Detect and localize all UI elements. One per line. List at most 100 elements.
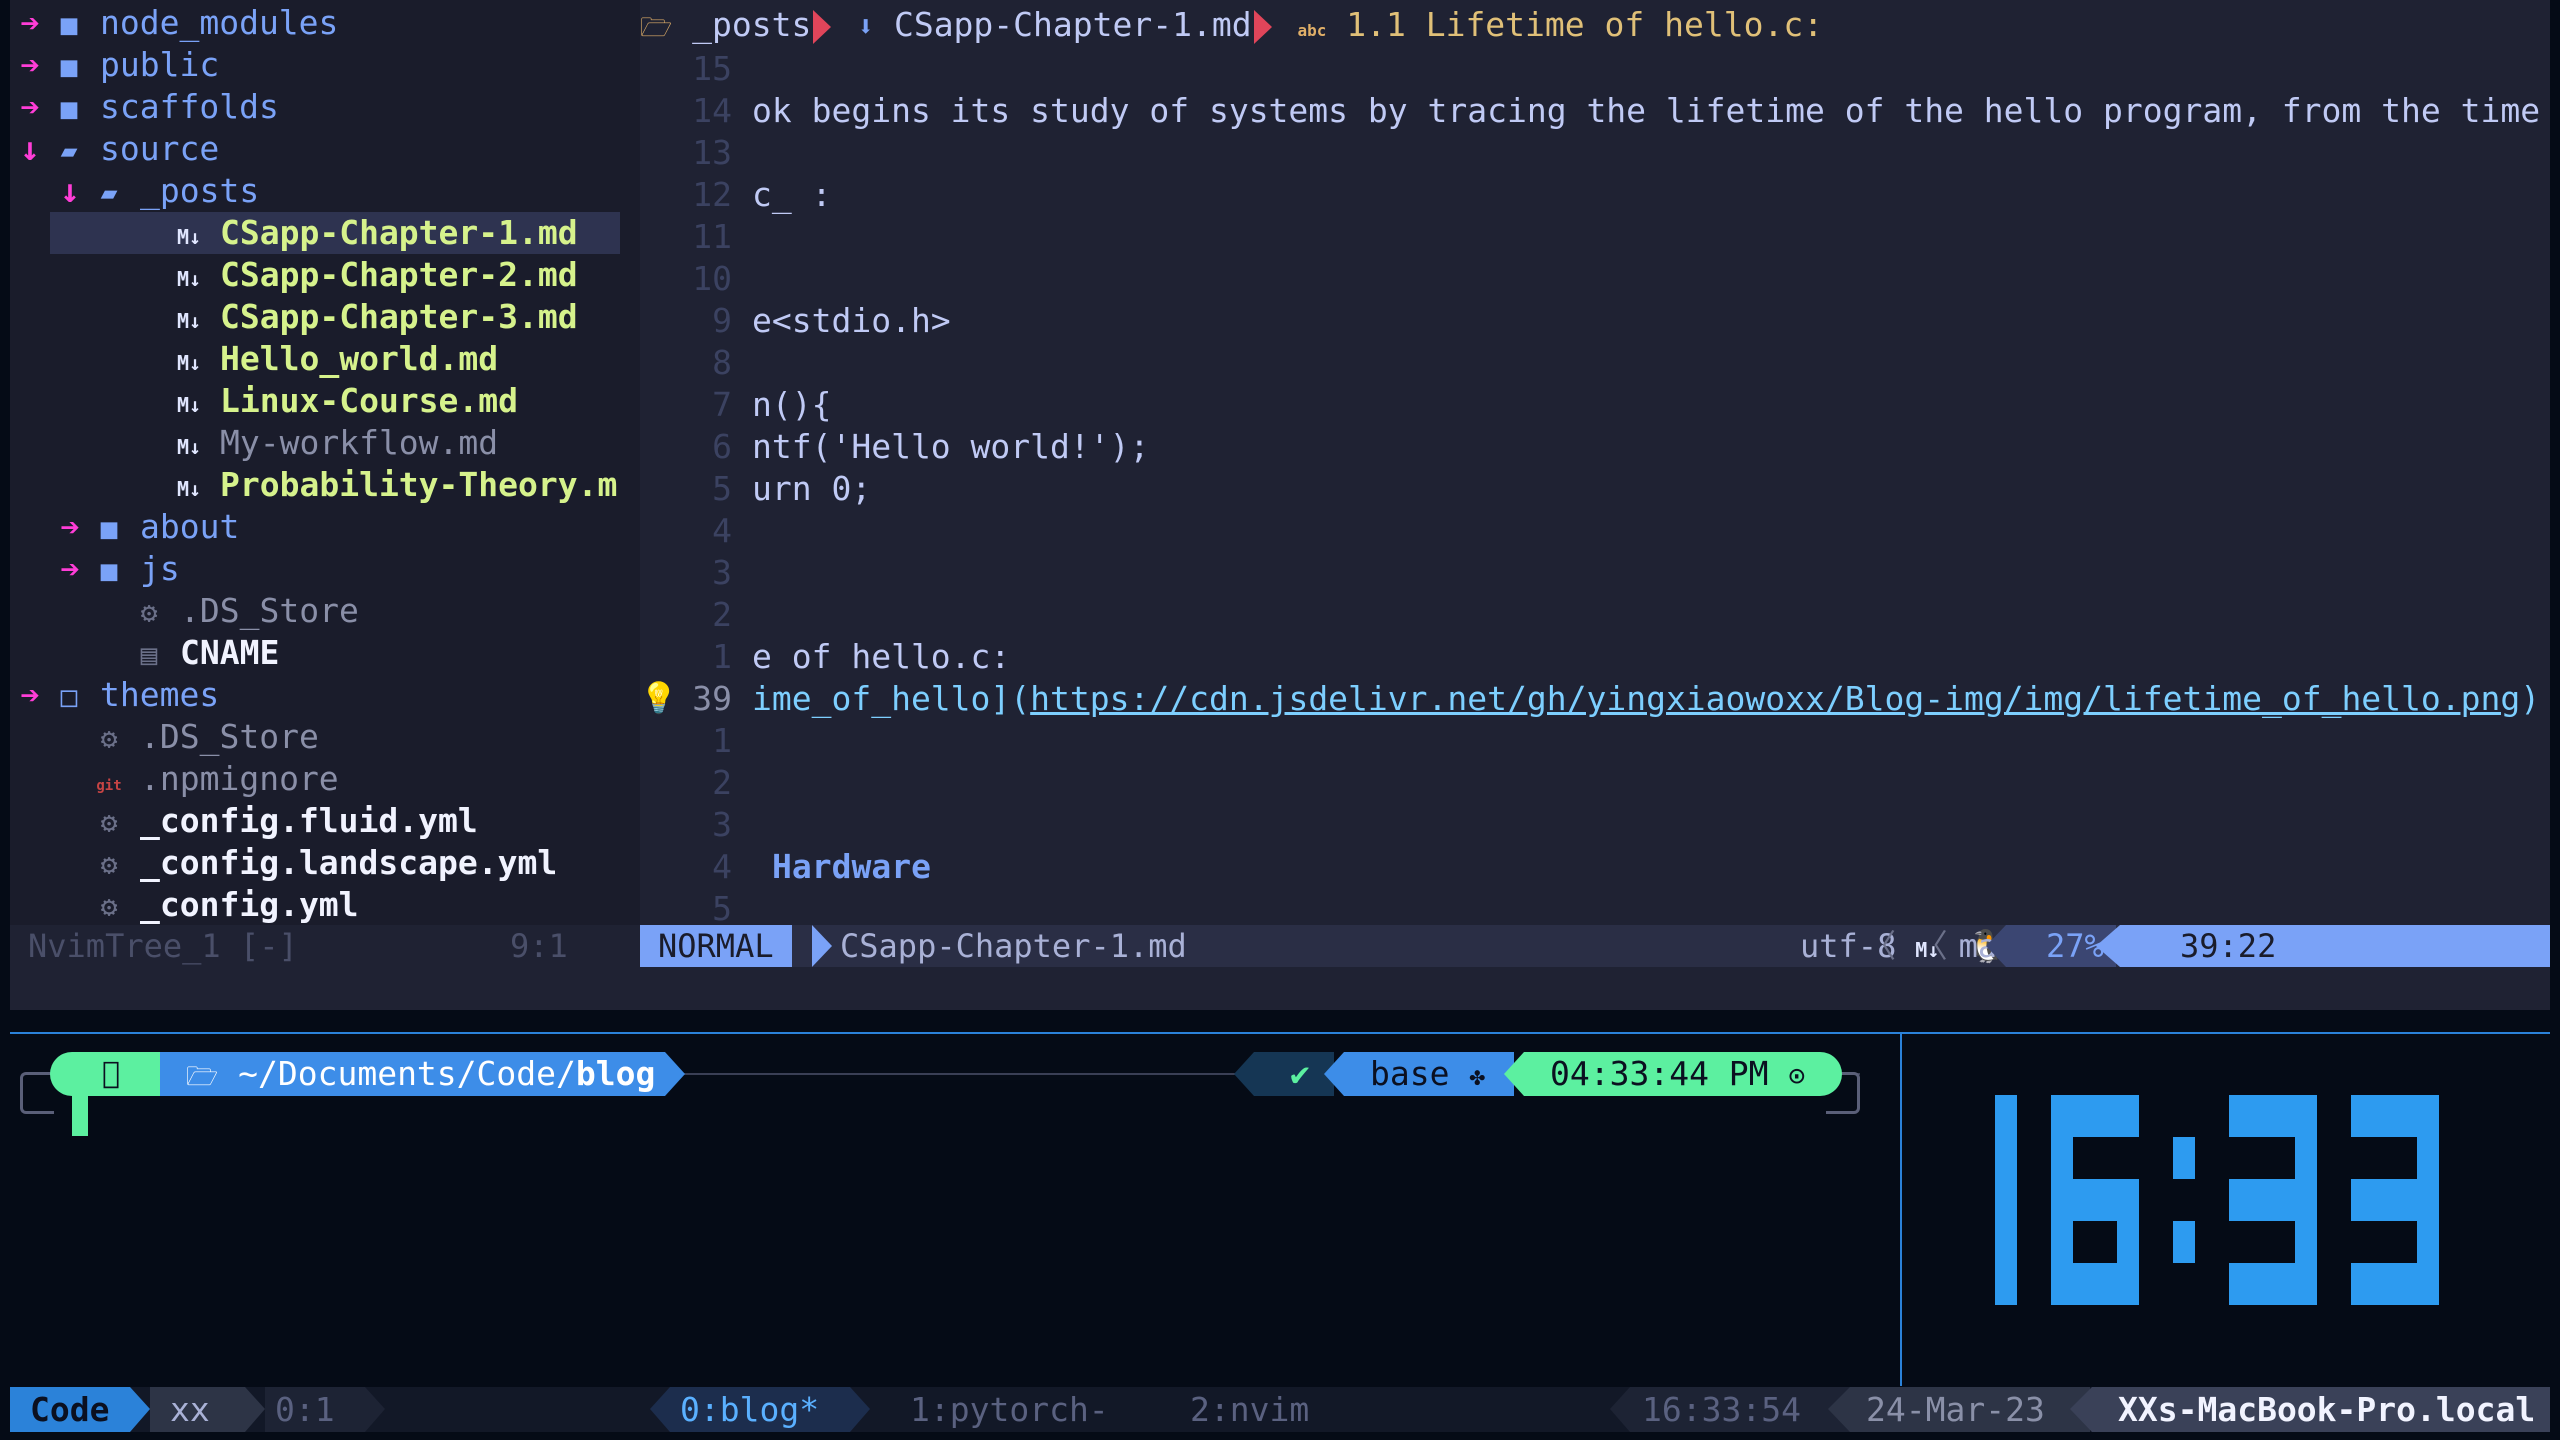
tree-item[interactable]: ➔ ■ js <box>10 548 630 590</box>
tmux-window-active[interactable]: 0:blog* <box>670 1387 850 1432</box>
arrow-right-icon[interactable]: ➔ <box>10 674 50 716</box>
tree-item[interactable]: ➔ □ themes <box>10 674 630 716</box>
clock-icon: ⊙ <box>1788 1059 1806 1092</box>
tree-item[interactable]: ↓ ▰ _posts <box>10 170 630 212</box>
tree-item-label: .DS_Store <box>140 717 319 756</box>
conda-env: base ✤ <box>1344 1052 1514 1096</box>
statusline-position: 39:22 <box>2120 925 2550 967</box>
clock-pixel <box>2417 1179 2439 1221</box>
folder-open-icon: ▰ <box>60 134 78 167</box>
clock-pixel <box>2351 1179 2373 1221</box>
pane-border-vertical[interactable] <box>1900 1034 1902 1386</box>
tree-item[interactable]: ⚙ _config.landscape.yml <box>10 842 630 884</box>
tree-item[interactable]: ▤ CNAME <box>10 632 630 674</box>
arrow-right-icon[interactable]: ➔ <box>10 44 50 86</box>
editor-line[interactable]: 11 <box>640 216 2550 258</box>
clock-pixel <box>2117 1263 2139 1305</box>
editor-pane[interactable]: 🗁 _posts ⬇ CSapp-Chapter-1.md abc 1.1 Li… <box>640 0 2550 925</box>
editor-line[interactable]: 4 Hardware <box>640 846 2550 888</box>
prompt-directory: 🗁 ~/Documents/Code/blog <box>160 1052 665 1096</box>
line-number: 13 <box>692 133 732 172</box>
winbar-heading[interactable]: 1.1 Lifetime of hello.c: <box>1346 5 1823 44</box>
markdown-icon: M↓ <box>176 225 202 249</box>
tree-item[interactable]: M↓ Probability-Theory.m <box>10 464 630 506</box>
arrow-right-icon[interactable]: ➔ <box>10 86 50 128</box>
tree-item[interactable]: ➔ ■ public <box>10 44 630 86</box>
line-number: 12 <box>692 175 732 214</box>
editor-line[interactable]: 2 <box>640 762 2550 804</box>
tree-statusline: NvimTree_1 [-] 9:1 <box>10 925 630 967</box>
editor-line[interactable]: 3 <box>640 804 2550 846</box>
tree-item[interactable]: ➔ ■ node_modules <box>10 2 630 44</box>
editor-line[interactable]: 5 <box>640 888 2550 925</box>
file-tree[interactable]: ➔ ■ node_modules ➔ ■ public ➔ ■ scaffolds ↓ ▰ sourc… <box>10 0 630 925</box>
clock-pixel <box>2417 1263 2439 1305</box>
editor-line[interactable]: 14 ok begins its study of systems by trac… <box>640 90 2550 132</box>
tree-cursor-position: 9:1 <box>510 927 568 965</box>
clock-pixel <box>2295 1137 2317 1179</box>
line-text: ime_of_hello](https://cdn.jsdelivr.net/g… <box>752 679 2541 718</box>
arrow-down-icon[interactable]: ↓ <box>50 170 90 212</box>
tree-item[interactable]: M↓ My-workflow.md <box>10 422 630 464</box>
editor-line[interactable]: 2 <box>640 594 2550 636</box>
tree-item-label: _config.landscape.yml <box>140 843 558 882</box>
tree-item-label: _posts <box>140 171 260 210</box>
clock-pixel <box>2417 1221 2439 1263</box>
editor-line[interactable]: 1 e of hello.c: <box>640 636 2550 678</box>
status-ok-icon: ✔ <box>1254 1052 1334 1096</box>
editor-line[interactable]: 7 n(){ <box>640 384 2550 426</box>
tree-item[interactable]: git .npmignore <box>10 758 630 800</box>
editor-line[interactable]: 💡 39 ime_of_hello](https://cdn.jsdelivr.ne… <box>640 678 2550 720</box>
tree-item-label: .npmignore <box>140 759 339 798</box>
editor-line[interactable]: 1 <box>640 720 2550 762</box>
markdown-icon: M↓ <box>176 351 202 375</box>
tree-item[interactable]: ➔ ■ scaffolds <box>10 86 630 128</box>
winbar-folder[interactable]: _posts <box>692 5 811 44</box>
tree-item[interactable]: M↓ Hello_world.md <box>10 338 630 380</box>
tree-item[interactable]: ⚙ .DS_Store <box>10 590 630 632</box>
lightbulb-icon[interactable]: 💡 <box>640 678 677 720</box>
tmux-separator <box>130 1387 150 1432</box>
editor-line[interactable]: 10 <box>640 258 2550 300</box>
tree-item-label: CSapp-Chapter-1.md <box>220 213 578 252</box>
tree-item[interactable]: ↓ ▰ source <box>10 128 630 170</box>
winbar-file[interactable]: CSapp-Chapter-1.md <box>894 5 1252 44</box>
editor-line[interactable]: 5 urn 0; <box>640 468 2550 510</box>
arrow-right-icon[interactable]: ➔ <box>50 548 90 590</box>
line-number: 11 <box>692 217 732 256</box>
editor-line[interactable]: 3 <box>640 552 2550 594</box>
link-url[interactable]: https://cdn.jsdelivr.net/gh/yingxiaowoxx… <box>1030 679 2520 718</box>
tree-item[interactable]: ⚙ _config.fluid.yml <box>10 800 630 842</box>
python-icon: ✤ <box>1469 1062 1486 1092</box>
line-number: 4 <box>712 847 732 886</box>
arrow-right-icon[interactable]: ➔ <box>50 506 90 548</box>
tree-item[interactable]: ⚙ .DS_Store <box>10 716 630 758</box>
line-number: 2 <box>712 763 732 802</box>
editor-line[interactable]: 8 <box>640 342 2550 384</box>
tmux-window[interactable]: 1:pytorch- <box>910 1387 1109 1432</box>
editor-line[interactable]: 13 <box>640 132 2550 174</box>
editor-line[interactable]: 15 <box>640 48 2550 90</box>
editor-line[interactable]: 9 e<stdio.h> <box>640 300 2550 342</box>
tree-item[interactable]: ➔ ■ about <box>10 506 630 548</box>
tmux-session[interactable]: Code <box>10 1387 130 1432</box>
tree-item[interactable]: M↓ Linux-Course.md <box>10 380 630 422</box>
tree-item[interactable]: ⚙ _config.yml <box>10 884 630 926</box>
command-line[interactable] <box>10 967 2550 1010</box>
arrow-right-icon[interactable]: ➔ <box>10 2 50 44</box>
editor-line[interactable]: 12 c_ : <box>640 174 2550 216</box>
tmux-separator <box>365 1387 385 1432</box>
tmux-window[interactable]: 2:nvim <box>1190 1387 1309 1432</box>
path-dir: blog <box>575 1054 656 1093</box>
line-text: urn 0; <box>752 469 872 508</box>
tmux-separator <box>1828 1387 1850 1432</box>
tree-item[interactable]: M↓ CSapp-Chapter-1.md <box>50 212 620 254</box>
editor-line[interactable]: 4 <box>640 510 2550 552</box>
clock-pixel <box>2073 1179 2117 1221</box>
tree-item[interactable]: M↓ CSapp-Chapter-2.md <box>10 254 630 296</box>
line-number: 4 <box>712 511 732 550</box>
arrow-down-icon[interactable]: ↓ <box>10 128 50 170</box>
editor-line[interactable]: 6 ntf('Hello world!'); <box>640 426 2550 468</box>
tree-item[interactable]: M↓ CSapp-Chapter-3.md <box>10 296 630 338</box>
line-number: 3 <box>712 805 732 844</box>
